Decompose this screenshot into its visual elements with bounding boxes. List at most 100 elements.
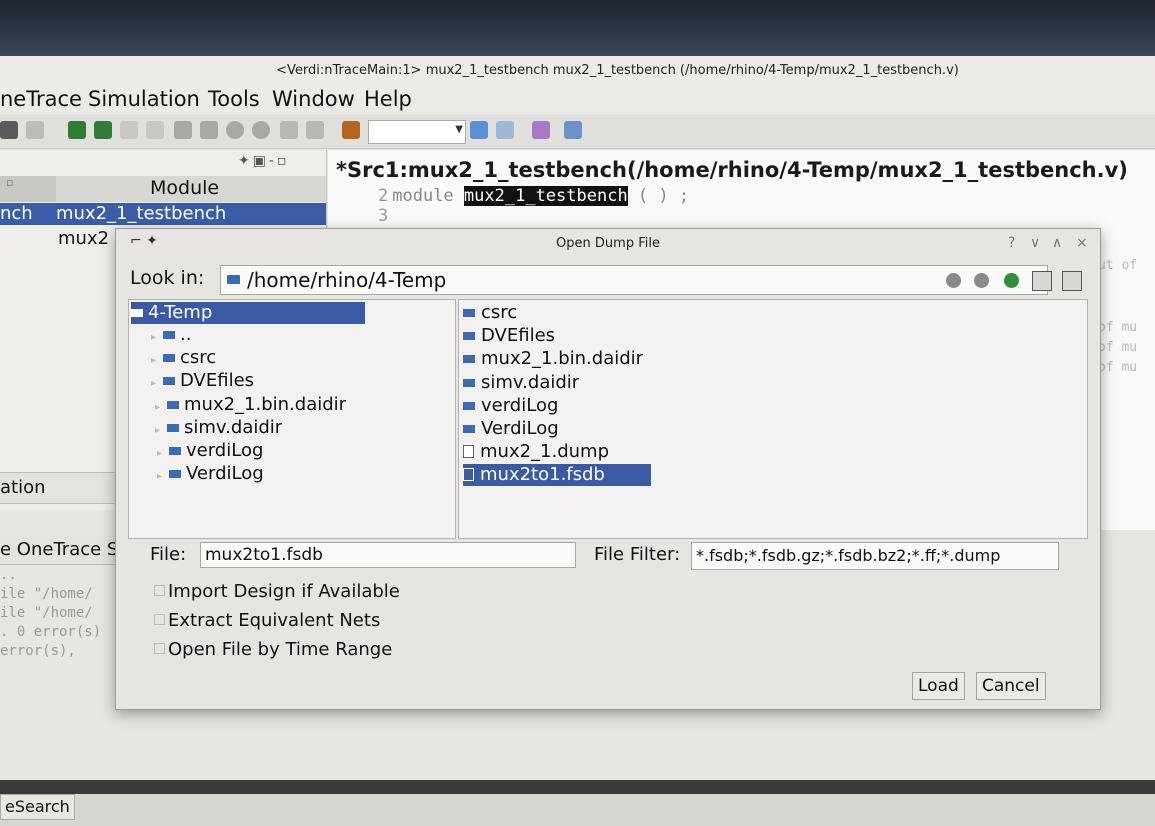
tree-item[interactable]: ▸ csrc (151, 347, 216, 369)
load-button[interactable]: Load (912, 672, 965, 700)
dialog-title-bar: ⌐ ✦ Open Dump File ? ∨ ∧ × (116, 229, 1100, 259)
close-icon[interactable]: × (1076, 235, 1088, 251)
tree-item[interactable]: ▸ simv.daidir (155, 417, 282, 439)
find-prev-icon[interactable] (496, 121, 514, 139)
tree-item-root[interactable]: 4-Temp (131, 302, 365, 324)
up-circle-icon[interactable] (226, 121, 244, 139)
folder-icon (227, 275, 240, 284)
tree-item-label: mux2_1.bin.daidir (184, 394, 347, 415)
trace-load-icon[interactable] (68, 121, 86, 139)
folder-icon (167, 401, 179, 409)
list-item[interactable]: simv.daidir (463, 372, 585, 394)
search-replace-icon[interactable] (532, 121, 550, 139)
import-design-checkbox[interactable]: Import Design if Available (154, 581, 400, 602)
source-side-text: of mu (1098, 340, 1138, 355)
expand-icon: ▸ (155, 425, 161, 436)
help-icon[interactable]: ? (1008, 235, 1015, 251)
tree-item-label: 4-Temp (148, 302, 213, 323)
cancel-button[interactable]: Cancel (976, 672, 1046, 700)
edit-icon[interactable] (0, 121, 18, 139)
list-view-icon[interactable] (1032, 271, 1052, 291)
folder-icon (131, 309, 143, 317)
list-item-label: mux2_1.bin.daidir (481, 348, 644, 369)
tree-item-label: verdiLog (186, 440, 264, 461)
hierarchy-icon[interactable] (280, 121, 298, 139)
signal-icon[interactable] (564, 121, 582, 139)
bookmark-icon[interactable] (342, 121, 360, 139)
down-circle-icon[interactable] (252, 121, 270, 139)
monitor-bezel (0, 0, 1155, 56)
file-filter-label: File Filter: (594, 544, 681, 565)
menu-simulation[interactable]: Simulation (88, 84, 200, 114)
list-item[interactable]: verdiLog (463, 395, 564, 417)
checkbox-label: Import Design if Available (168, 581, 400, 602)
screen: <Verdi:nTraceMain:1> mux2_1_testbench mu… (0, 0, 1155, 826)
tree-item[interactable]: ▸.. (151, 324, 191, 346)
tree-item[interactable]: ▸ verdiLog (157, 440, 263, 462)
copy-icon[interactable] (26, 121, 44, 139)
source-line-3[interactable]: 3 (378, 206, 392, 226)
pane-section-label[interactable]: ation (0, 472, 130, 504)
tree-item[interactable]: ▸ DVEfiles (151, 370, 254, 392)
scope-icon[interactable] (200, 121, 218, 139)
list-item-label: DVEfiles (481, 325, 556, 346)
expand-icon: ▸ (151, 378, 157, 389)
status-bar: eSearch (0, 794, 1155, 826)
minimize-icon[interactable]: ∨ (1030, 235, 1040, 251)
list-item-label: mux2to1.fsdb (480, 464, 605, 485)
folder-tree: 4-Temp ▸.. ▸ csrc ▸ DVEfiles ▸ mux2_1.bin.d… (128, 299, 456, 539)
parent-folder-icon[interactable] (1004, 273, 1019, 288)
open-by-time-range-checkbox[interactable]: Open File by Time Range (154, 639, 392, 660)
source-line-2[interactable]: 2 module mux2_1_testbench ( ) ; (378, 186, 689, 206)
list-item[interactable]: VerdiLog (463, 418, 565, 440)
trace-driver-icon[interactable] (94, 121, 112, 139)
list-item-label: mux2_1.dump (480, 441, 610, 462)
forward-icon[interactable] (974, 273, 989, 288)
list-item[interactable]: csrc (463, 302, 523, 324)
folder-icon (463, 402, 475, 410)
list-item-label: simv.daidir (481, 372, 580, 393)
file-filter-combo[interactable]: *.fsdb;*.fsdb.gz;*.fsdb.bz2;*.ff;*.dump (691, 542, 1059, 570)
expand-icon: ▸ (151, 355, 157, 366)
highlighted-module-name: mux2_1_testbench (463, 186, 628, 206)
toolbar-search-combo[interactable]: ▼ (368, 120, 466, 144)
detail-view-icon[interactable] (1062, 271, 1082, 291)
folder-icon (169, 447, 181, 455)
back-icon[interactable] (946, 273, 961, 288)
forward-arrow-icon[interactable] (146, 121, 164, 139)
list-item[interactable]: mux2_1.dump (463, 441, 615, 463)
menu-window[interactable]: Window (272, 84, 355, 114)
folder-icon (463, 425, 475, 433)
schematic-icon[interactable] (306, 121, 324, 139)
line-number: 2 (378, 186, 389, 206)
tree-item[interactable]: ▸ mux2_1.bin.daidir (155, 394, 346, 416)
tree-item[interactable]: ▸ VerdiLog (157, 463, 264, 485)
list-item-selected[interactable]: mux2to1.fsdb (463, 464, 651, 486)
checkbox-icon (154, 643, 165, 654)
folder-icon (169, 470, 181, 478)
expand-icon: ▸ (151, 332, 157, 343)
extract-equivalent-nets-checkbox[interactable]: Extract Equivalent Nets (154, 610, 380, 631)
list-item[interactable]: DVEfiles (463, 325, 561, 347)
find-next-icon[interactable] (470, 121, 488, 139)
tree-item-label: .. (180, 324, 192, 345)
module-row-selected[interactable]: nch mux2_1_testbench (0, 203, 326, 225)
menu-tools[interactable]: Tools (208, 84, 260, 114)
search-tab[interactable]: eSearch (0, 794, 75, 820)
module-row-child[interactable]: mux2 (58, 228, 109, 249)
maximize-icon[interactable]: ∧ (1052, 235, 1062, 251)
back-arrow-icon[interactable] (120, 121, 138, 139)
menu-onetrace[interactable]: neTrace (0, 84, 82, 114)
expand-icon: ▸ (155, 402, 161, 413)
file-icon (463, 468, 474, 481)
column-header-left: ▫ (0, 176, 56, 202)
menu-help[interactable]: Help (364, 84, 412, 114)
instance-icon[interactable] (174, 121, 192, 139)
look-in-combo[interactable]: /home/rhino/4-Temp ▼ (220, 265, 1048, 295)
list-item[interactable]: mux2_1.bin.daidir (463, 348, 649, 370)
window-title: <Verdi:nTraceMain:1> mux2_1_testbench mu… (276, 63, 959, 78)
file-name-input[interactable]: mux2to1.fsdb (200, 542, 576, 568)
pane-tool-icons[interactable]: ✦▣-▫ (238, 153, 290, 169)
folder-icon (163, 331, 175, 339)
tree-item-label: simv.daidir (184, 417, 283, 438)
